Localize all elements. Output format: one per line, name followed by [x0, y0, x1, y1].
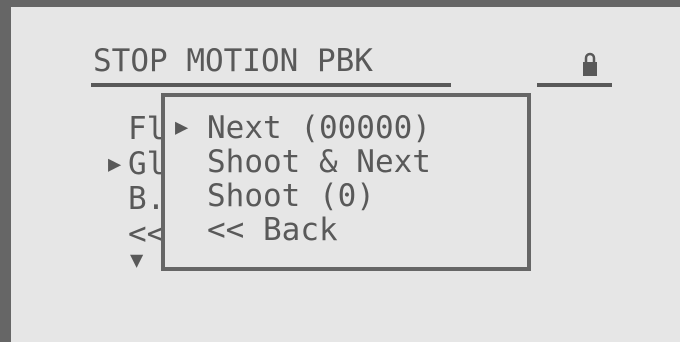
popup-menu-item-label: << Back — [207, 212, 338, 248]
selection-cursor-icon: ▶ — [108, 152, 122, 177]
lock-icon — [583, 52, 597, 76]
background-menu-item-label: Fl — [128, 111, 166, 147]
page-title: STOP MOTION PBK — [93, 43, 373, 79]
selection-cursor-icon: ▶ — [175, 115, 189, 140]
background-menu-item-label: Gl — [128, 146, 166, 182]
background-menu-item-label: B. — [128, 181, 166, 217]
popup-menu-item-label: Next (00000) — [207, 110, 431, 146]
popup-menu-item-label: Shoot (0) — [207, 178, 375, 214]
popup-menu: ▶ Next (00000) Shoot & Next Shoot (0) <<… — [161, 93, 531, 271]
popup-menu-item-label: Shoot & Next — [207, 144, 431, 180]
title-underline — [91, 83, 451, 87]
scroll-down-icon[interactable]: ▼ — [130, 246, 143, 276]
title-underline-right — [537, 83, 612, 87]
